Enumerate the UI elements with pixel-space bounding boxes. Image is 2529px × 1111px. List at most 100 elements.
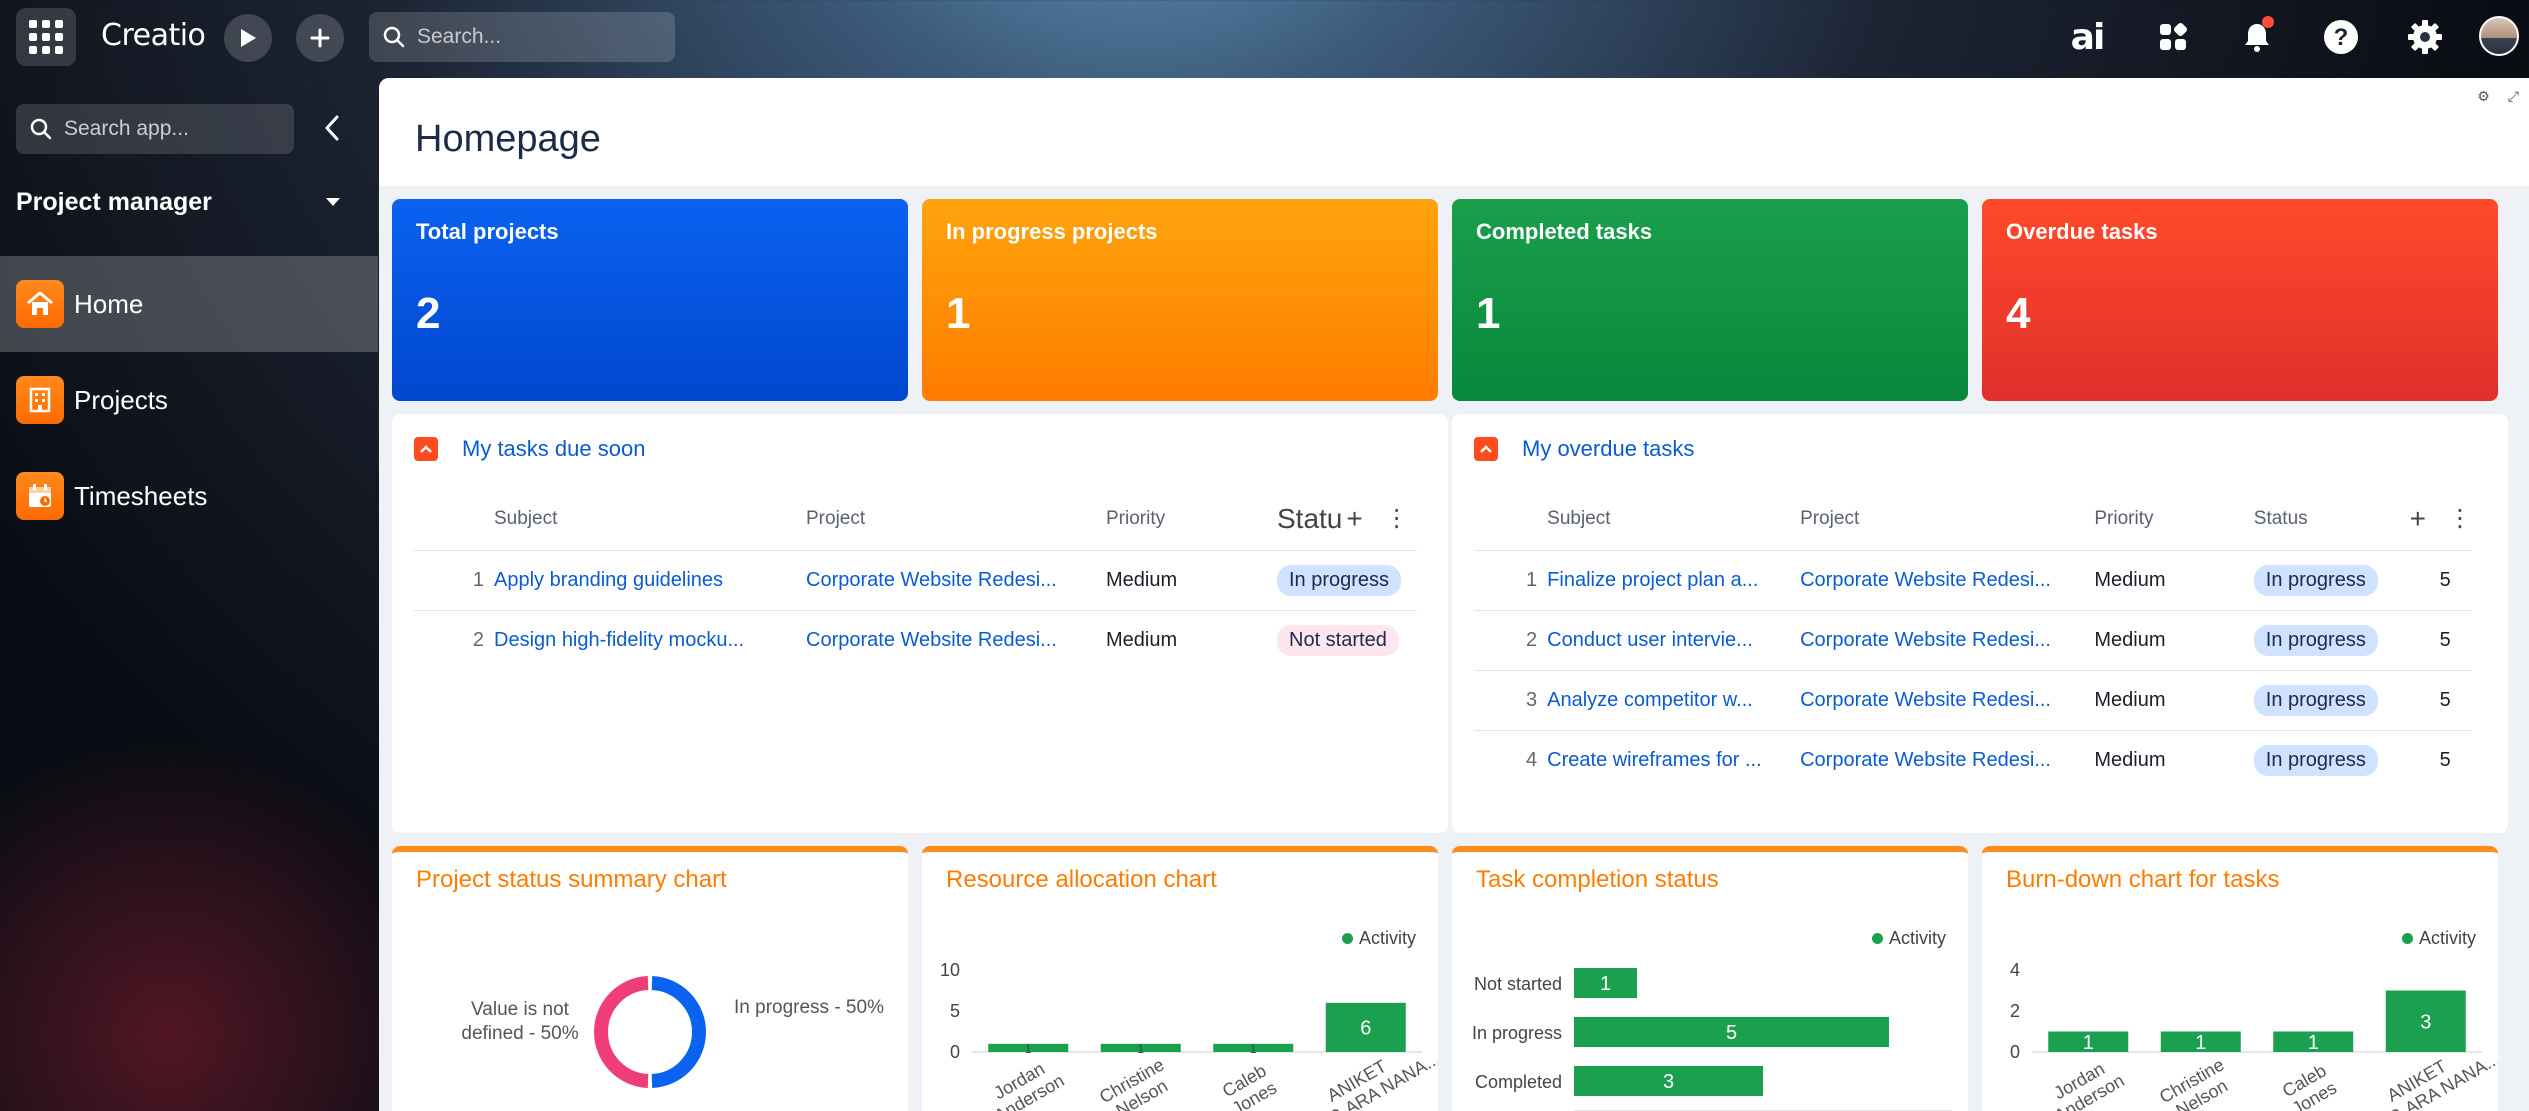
project-link[interactable]: Corporate Website Redesi... [806,609,1106,670]
column-header-status-label: Statu [1277,502,1343,534]
task-subject-link[interactable]: Analyze competitor w... [1547,669,1801,730]
chart-legend[interactable]: Activity [1341,928,1416,949]
task-subject-link[interactable]: Design high-fidelity mocku... [494,609,806,670]
header-actions: + ⋮ [2410,488,2472,550]
chart-title[interactable]: Project status summary chart [416,866,727,894]
task-subject-link[interactable]: Conduct user intervie... [1547,609,1801,670]
create-new-button[interactable] [296,14,344,62]
kpi-overdue-tasks[interactable]: Overdue tasks 4 [1982,199,2498,401]
truncated-cell: 5 [2409,549,2472,610]
row-number: 2 [414,609,494,670]
kpi-in-progress-projects[interactable]: In progress projects 1 [922,199,1438,401]
ai-assistant-button[interactable]: ai [2064,14,2110,60]
bar-value-label: 3 [2420,1011,2431,1033]
priority-cell: Medium [1106,609,1277,670]
more-options-icon[interactable]: ⋮ [2448,504,2472,533]
project-link[interactable]: Corporate Website Redesi... [1800,669,2095,730]
settings-small-icon[interactable]: ⚙ [2477,88,2490,105]
donut-chart: Value is not defined - 50% In progress - 5… [461,976,884,1088]
column-header-project[interactable]: Project [1800,488,2094,550]
global-search-input[interactable]: Search... [369,12,675,62]
donut-slice [594,976,649,1088]
project-status-chart-card: Project status summary chart Value is no… [392,846,908,1111]
table-row[interactable]: 1 Finalize project plan a... Corporate W… [1474,549,2472,610]
help-button[interactable]: ? [2318,14,2364,60]
table-row[interactable]: 2 Design high-fidelity mocku... Corporat… [414,609,1417,670]
column-header-subject[interactable]: Subject [494,488,806,550]
app-search-input[interactable]: Search app... [16,104,294,154]
resource-allocation-chart-card: Resource allocation chart Activity 0 5 10 1… [922,846,1438,1111]
chart-title[interactable]: Task completion status [1476,866,1719,894]
chart-title[interactable]: Resource allocation chart [946,866,1217,894]
expand-icon[interactable]: ⤢ [2508,88,2519,105]
kpi-label: Completed tasks [1476,219,1653,244]
x-tick-label: JordanAnderson [2041,1053,2128,1111]
settings-button[interactable] [2402,14,2448,60]
table-row[interactable]: 4 Create wireframes for ... Corporate We… [1474,729,2472,790]
add-column-icon[interactable]: + [2410,503,2426,535]
kpi-completed-tasks[interactable]: Completed tasks 1 [1452,199,1968,401]
sidebar-item-timesheets[interactable]: Timesheets [0,448,378,544]
row-number-header [414,488,494,550]
notifications-button[interactable] [2234,14,2280,60]
priority-cell: Medium [2094,549,2254,610]
y-tick-label: 4 [2010,960,2020,980]
column-header-priority[interactable]: Priority [2094,488,2253,550]
task-subject-link[interactable]: Apply branding guidelines [494,549,806,610]
legend-label: Activity [2418,928,2476,948]
task-subject-link[interactable]: Finalize project plan a... [1547,549,1801,610]
collapse-sidebar-button[interactable] [316,108,348,148]
chart-title[interactable]: Burn-down chart for tasks [2006,866,2279,894]
app-launcher-button[interactable] [16,8,76,66]
project-link[interactable]: Corporate Website Redesi... [1800,549,2095,610]
bar-value-label: 1 [1600,973,1611,995]
page-header: Homepage ⚙ ⤢ [379,78,2529,186]
sidebar-item-label: Projects [74,384,168,415]
chart-legend[interactable]: Activity [2401,928,2476,949]
caret-down-icon [326,198,340,206]
kpi-value: 4 [2006,289,2031,338]
kpi-value: 1 [1476,289,1501,338]
kpi-total-projects[interactable]: Total projects 2 [392,199,908,401]
x-tick-label: ChristineNelson [2156,1054,2238,1111]
x-tick-label: CalebJones [1218,1060,1280,1111]
collapse-icon[interactable] [414,437,438,461]
user-avatar[interactable] [2479,16,2519,56]
column-header-priority[interactable]: Priority [1106,488,1277,550]
sidebar-item-projects[interactable]: Projects [0,352,378,448]
column-header-status[interactable]: Statu + ⋮ [1277,488,1417,550]
project-link[interactable]: Corporate Website Redesi... [1800,609,2095,670]
main-content: Homepage ⚙ ⤢ Total projects 2 In progres… [379,78,2529,1111]
bar-value-label: 6 [1360,1017,1371,1039]
row-number-header [1474,488,1547,550]
burndown-chart-card: Burn-down chart for tasks Activity 0241J… [1982,846,2498,1111]
sidebar-item-home[interactable]: Home [0,256,378,352]
table-row[interactable]: 3 Analyze competitor w... Corporate Webs… [1474,669,2472,730]
card-title[interactable]: My tasks due soon [414,436,645,462]
play-icon [241,29,256,47]
page-title: Homepage [415,118,601,160]
status-badge: In progress [2253,684,2378,716]
chart-legend[interactable]: Activity [1871,928,1946,949]
bar-value-label: 5 [1726,1022,1737,1044]
add-column-icon[interactable]: + [1346,503,1362,535]
column-header-project[interactable]: Project [806,488,1106,550]
burndown-bar-chart: 0241JordanAnderson1ChristineNelson1Caleb… [2010,960,2498,1111]
legend-label: Activity [1358,928,1416,948]
home-icon [16,280,64,328]
project-link[interactable]: Corporate Website Redesi... [806,549,1106,610]
kpi-value: 2 [416,289,441,338]
more-options-icon[interactable]: ⋮ [1385,504,1409,533]
apps-button[interactable] [2150,14,2196,60]
run-process-button[interactable] [224,14,272,62]
column-header-subject[interactable]: Subject [1547,488,1800,550]
workspace-name: Project manager [16,187,212,216]
column-header-status[interactable]: Status [2254,488,2410,550]
chevron-left-icon [325,115,339,141]
table-row[interactable]: 1 Apply branding guidelines Corporate We… [414,549,1417,610]
table-row[interactable]: 2 Conduct user intervie... Corporate Web… [1474,609,2472,670]
card-title-text: My tasks due soon [462,436,646,461]
workspace-selector[interactable]: Project manager [16,182,346,222]
project-link[interactable]: Corporate Website Redesi... [1800,729,2095,790]
task-subject-link[interactable]: Create wireframes for ... [1547,729,1801,790]
